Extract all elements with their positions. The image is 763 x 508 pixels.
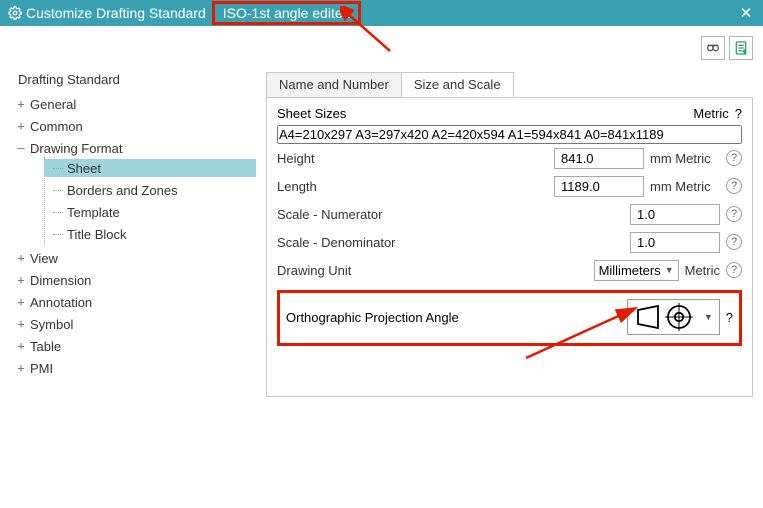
sheet-sizes-unit: Metric [693, 106, 728, 121]
tree-item-sheet: Sheet [45, 157, 256, 179]
length-unit: mm Metric [650, 179, 720, 194]
chevron-down-icon: ▼ [665, 265, 674, 275]
scale-num-label: Scale - Numerator [277, 207, 624, 222]
ortho-angle-select[interactable]: ▼ [627, 299, 720, 335]
projection-symbol-icon [634, 302, 696, 332]
scale-den-input[interactable] [630, 232, 720, 253]
tab-pane: Sheet Sizes Metric ? Height mm Metric ? … [266, 98, 753, 397]
help-icon[interactable]: ? [735, 106, 742, 121]
tab-name-number[interactable]: Name and Number [266, 72, 402, 97]
length-label: Length [277, 179, 548, 194]
expand-icon[interactable]: + [14, 97, 28, 111]
help-icon[interactable]: ? [726, 178, 742, 194]
left-panel: Drafting Standard +General +Common –Draw… [0, 26, 256, 508]
tree-item-borders-zones: Borders and Zones [45, 179, 256, 201]
panel-heading: Drafting Standard [14, 72, 256, 87]
tree-item-symbol: +Symbol [14, 313, 256, 335]
length-input[interactable] [554, 176, 644, 197]
ortho-projection-group: Orthographic Projection Angle ▼ ? [277, 290, 742, 346]
drawing-unit-label: Drawing Unit [277, 263, 588, 278]
expand-icon[interactable]: + [14, 273, 28, 287]
window-subtitle: ISO-1st angle edited [212, 1, 362, 25]
scale-den-label: Scale - Denominator [277, 235, 624, 250]
expand-icon[interactable]: + [14, 361, 28, 375]
window-title: Customize Drafting Standard [26, 5, 206, 21]
help-icon[interactable]: ? [726, 150, 742, 166]
expand-icon[interactable]: + [14, 295, 28, 309]
collapse-icon[interactable]: – [14, 141, 28, 155]
height-label: Height [277, 151, 548, 166]
chevron-down-icon: ▼ [704, 312, 713, 322]
help-icon[interactable]: ? [726, 262, 742, 278]
tree-item-pmi: +PMI [14, 357, 256, 379]
tree-item-table: +Table [14, 335, 256, 357]
tree-item-dimension: +Dimension [14, 269, 256, 291]
drawing-unit-select[interactable]: Millimeters ▼ [594, 260, 679, 281]
gear-icon [8, 6, 22, 20]
sheet-sizes-input[interactable] [277, 125, 742, 144]
nav-tree: +General +Common –Drawing Format Sheet B… [14, 93, 256, 379]
tree-item-general: +General [14, 93, 256, 115]
tree-item-view: +View [14, 247, 256, 269]
expand-icon[interactable]: + [14, 317, 28, 331]
tree-item-title-block: Title Block [45, 223, 256, 245]
tree-item-common: +Common [14, 115, 256, 137]
tab-size-scale[interactable]: Size and Scale [401, 72, 514, 97]
tree-item-drawing-format: –Drawing Format Sheet Borders and Zones … [14, 137, 256, 247]
expand-icon[interactable]: + [14, 119, 28, 133]
tabs: Name and Number Size and Scale [266, 72, 753, 98]
help-icon[interactable]: ? [726, 310, 733, 325]
expand-icon[interactable]: + [14, 251, 28, 265]
drawing-unit-suffix: Metric [685, 263, 720, 278]
height-input[interactable] [554, 148, 644, 169]
close-icon[interactable]: ✕ [735, 4, 757, 22]
tree-item-template: Template [45, 201, 256, 223]
scale-num-input[interactable] [630, 204, 720, 225]
window-body: Drafting Standard +General +Common –Draw… [0, 26, 763, 508]
ortho-label: Orthographic Projection Angle [286, 310, 627, 325]
help-icon[interactable]: ? [726, 234, 742, 250]
right-panel: Name and Number Size and Scale Sheet Siz… [256, 26, 763, 508]
help-icon[interactable]: ? [726, 206, 742, 222]
expand-icon[interactable]: + [14, 339, 28, 353]
height-unit: mm Metric [650, 151, 720, 166]
titlebar: Customize Drafting Standard ISO-1st angl… [0, 0, 763, 26]
tree-item-annotation: +Annotation [14, 291, 256, 313]
sheet-sizes-label: Sheet Sizes [277, 106, 346, 121]
